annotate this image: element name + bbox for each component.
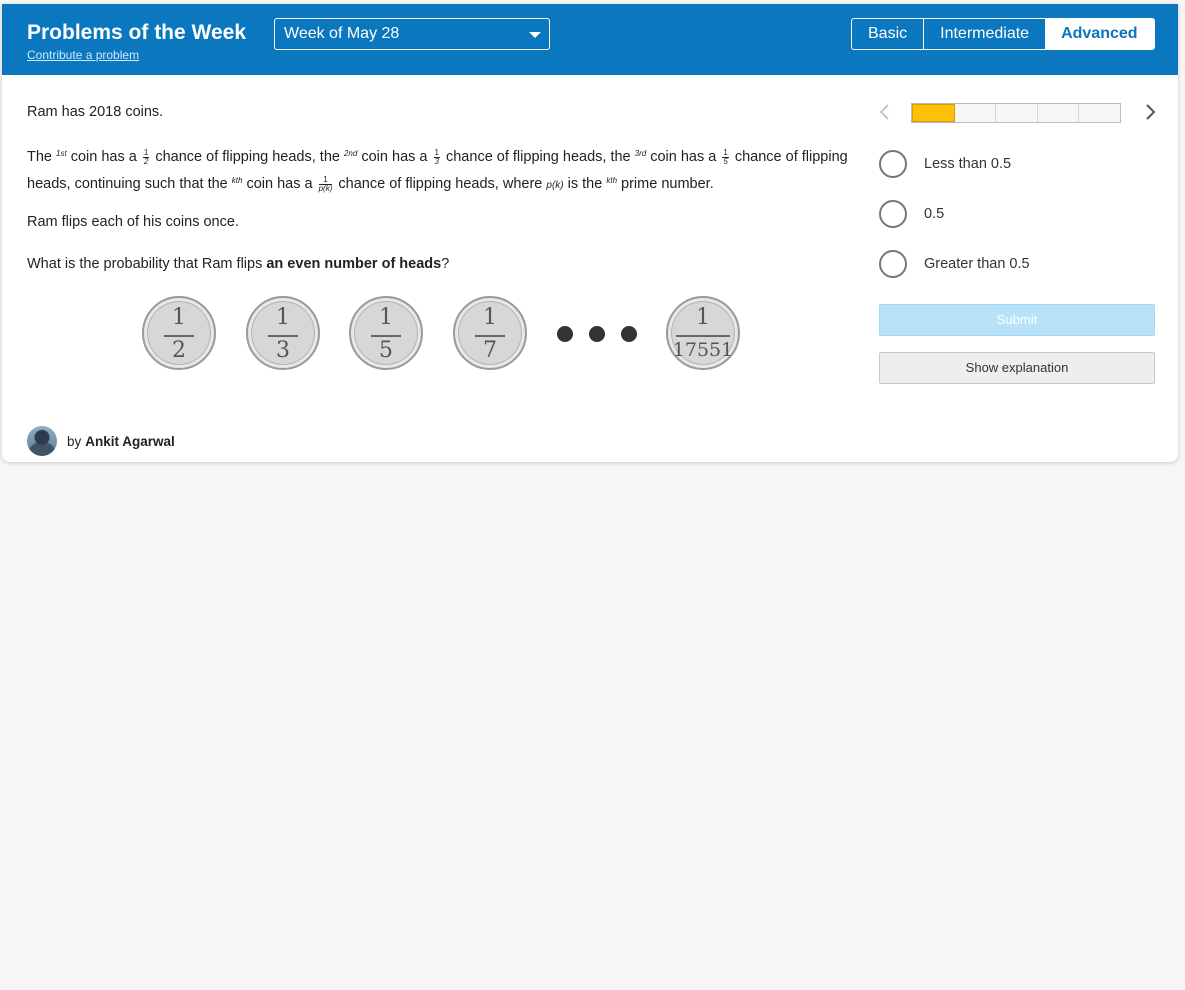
problem-question: What is the probability that Ram flips a… [27,256,450,272]
problem-nav [877,102,1157,126]
option-label: Less than 0.5 [924,156,1012,172]
coin-icon: 13 [246,296,320,370]
ellipsis-icon [557,326,637,342]
coin-icon: 17 [453,296,527,370]
radio-button[interactable] [879,250,907,278]
coin-icon: 1 17551 [666,296,740,370]
progress-segment [1038,104,1080,122]
contribute-link[interactable]: Contribute a problem [27,48,139,62]
header-bar: Problems of the Week Contribute a proble… [2,4,1178,75]
coins-illustration: 12 13 15 17 1 17551 [142,296,742,372]
author-by: by [67,433,82,449]
coin-icon: 15 [349,296,423,370]
problem-intro: Ram has 2018 coins. [27,104,164,120]
level-tabs: Basic Intermediate Advanced [851,18,1155,50]
week-select[interactable]: Week of May 28 [274,18,550,50]
progress-segment [912,104,955,122]
option-greater-than[interactable]: Greater than 0.5 [879,250,1159,278]
problem-flips: Ram flips each of his coins once. [27,214,239,230]
tab-basic[interactable]: Basic [852,19,925,49]
tab-intermediate[interactable]: Intermediate [924,19,1045,49]
progress-bar [911,103,1121,123]
progress-segment [996,104,1038,122]
author-credit: by Ankit Agarwal [27,426,175,456]
fraction: 1 p(k) [318,174,333,193]
chevron-left-icon[interactable] [877,102,891,122]
option-equal[interactable]: 0.5 [879,200,1159,228]
problem-rules: The 1st coin has a 12 chance of flipping… [27,147,848,193]
progress-segment [1079,104,1120,122]
option-label: Greater than 0.5 [924,256,1030,272]
radio-button[interactable] [879,200,907,228]
avatar[interactable] [27,426,57,456]
show-explanation-button[interactable]: Show explanation [879,352,1155,384]
submit-button[interactable]: Submit [879,304,1155,336]
radio-button[interactable] [879,150,907,178]
coin-icon: 12 [142,296,216,370]
page-title: Problems of the Week [27,21,247,44]
chevron-right-icon[interactable] [1144,102,1158,122]
fraction: 12 [142,147,150,166]
author-name[interactable]: Ankit Agarwal [85,434,175,449]
progress-segment [955,104,997,122]
tab-advanced[interactable]: Advanced [1045,19,1154,49]
problem-card: Problems of the Week Contribute a proble… [2,4,1178,462]
week-select-value: Week of May 28 [284,25,400,42]
chevron-down-icon [529,32,541,38]
option-label: 0.5 [924,206,945,222]
fraction: 15 [722,147,729,166]
fraction: 13 [433,147,440,166]
option-less-than[interactable]: Less than 0.5 [879,150,1159,178]
